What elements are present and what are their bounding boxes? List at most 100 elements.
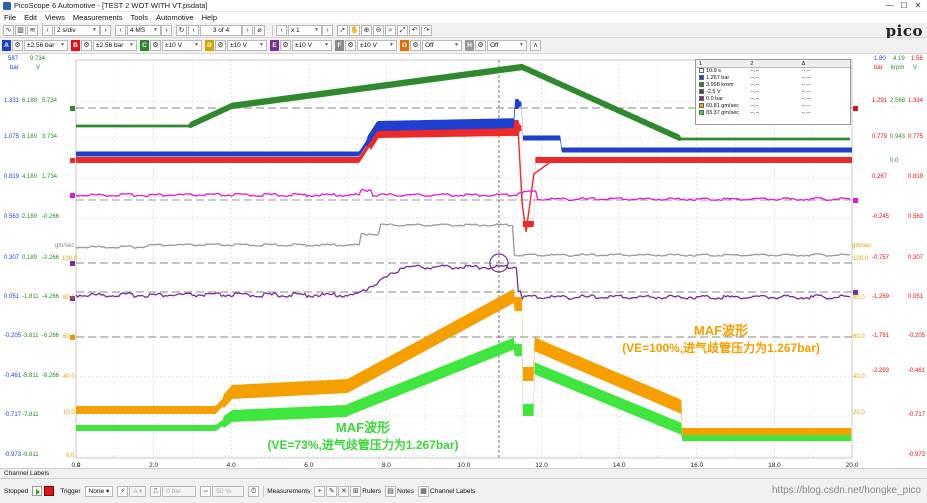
channel-h-range-select[interactable]: Off ▼ <box>487 40 527 51</box>
zoom-down-button[interactable]: ‹ <box>276 24 287 36</box>
samples-select[interactable]: 4 MS ▼ <box>127 24 161 36</box>
pretrigger-value: 50 % <box>216 487 232 495</box>
menu-views[interactable]: Views <box>41 13 69 22</box>
channel-f-coupling-icon[interactable]: ⚙ <box>345 40 356 51</box>
channel-labels-button[interactable]: Channel Labels <box>430 488 475 495</box>
menu-help[interactable]: Help <box>198 13 221 22</box>
channel-a-chip[interactable]: A <box>2 40 11 51</box>
select-tool-icon[interactable]: ➚ <box>337 24 348 36</box>
trigger-settings-icon[interactable]: ⚡ <box>117 485 129 497</box>
chevron-down-icon: ▼ <box>60 42 65 48</box>
run-repeat-icon[interactable]: ↻ <box>176 24 187 36</box>
math-channels-icon[interactable]: ∧ <box>530 40 541 51</box>
start-capture-button[interactable] <box>32 486 43 496</box>
delete-measurement-icon[interactable]: ✕ <box>338 485 350 497</box>
channel-d-chip[interactable]: D <box>205 40 214 51</box>
rulers-button[interactable]: Rulers <box>362 488 381 495</box>
ruler-table-header: 1 2 Δ <box>696 60 850 68</box>
channel-e-range-select[interactable]: ±10 V ▼ <box>292 40 332 51</box>
channel-d-coupling-icon[interactable]: ⚙ <box>215 40 226 51</box>
channel-labels-icon[interactable]: ▦ <box>418 485 430 497</box>
channel-e-coupling-icon[interactable]: ⚙ <box>280 40 291 51</box>
buffer-prev-button[interactable]: ‹ <box>188 24 199 36</box>
channel-f-controls: F ⚙ ±10 V ▼ <box>335 40 397 52</box>
chevron-down-icon: ▼ <box>519 42 524 48</box>
delay-icon[interactable]: ⏱ <box>248 485 260 497</box>
left-axis-label: 1.331 <box>4 98 20 104</box>
zoom-out-icon[interactable]: ⊖ <box>373 24 384 36</box>
zoom-redo-icon[interactable]: ↷ <box>421 24 432 36</box>
channel-d-range-select[interactable]: ±10 V ▼ <box>227 40 267 51</box>
samples-down-button[interactable]: ‹ <box>115 24 126 36</box>
zoom-rect-icon[interactable]: ⌕ <box>385 24 396 36</box>
buffer-navigator-icon[interactable]: ⌀ <box>254 24 265 36</box>
channel-g-range-select[interactable]: Off ▼ <box>422 40 462 51</box>
chevron-down-icon: ▾ <box>139 487 143 495</box>
buffer-indicator[interactable]: 3 of 4 <box>200 24 242 36</box>
channel-f-chip[interactable]: F <box>335 40 344 51</box>
trigger-channel-select[interactable]: A ▾ <box>129 485 147 497</box>
persistence-mode-icon[interactable]: ≋ <box>27 24 38 36</box>
channel-c-chip[interactable]: C <box>140 40 149 51</box>
pretrigger-icon[interactable]: ⇔ <box>200 485 212 497</box>
zoom-undo-icon[interactable]: ↶ <box>409 24 420 36</box>
channel-g-coupling-icon[interactable]: ⚙ <box>410 40 421 51</box>
gm-sec-left-label: gm/sec <box>55 243 75 249</box>
add-measurement-icon[interactable]: + <box>314 485 326 497</box>
left-axis-label: 2.189 <box>22 214 38 220</box>
stop-capture-button[interactable] <box>44 486 55 496</box>
close-button[interactable]: ✕ <box>911 0 925 11</box>
notes-button[interactable]: Notes <box>397 488 414 495</box>
right-axis-label: 1.334 <box>908 98 924 104</box>
right-axis-label: -0.461 <box>908 368 926 374</box>
channel-b-coupling-icon[interactable]: ⚙ <box>81 40 92 51</box>
minimize-button[interactable]: — <box>883 0 897 11</box>
ruler-table-row: 60.81 gm/sec --.-- --.-- <box>696 103 850 110</box>
trigger-mode-select[interactable]: None ▾ <box>84 485 114 497</box>
timebase-up-button[interactable]: › <box>100 24 111 36</box>
scope-mode-icon[interactable]: ∿ <box>3 24 14 36</box>
timebase-down-button[interactable]: ‹ <box>42 24 53 36</box>
menu-tools[interactable]: Tools <box>127 13 153 22</box>
channel-h-chip[interactable]: H <box>465 40 474 51</box>
spectrum-mode-icon[interactable]: ▥ <box>15 24 26 36</box>
pretrigger-field[interactable]: 50 % <box>212 485 245 497</box>
hand-tool-icon[interactable]: ✋ <box>349 24 360 36</box>
channel-f-range-select[interactable]: ±10 V ▼ <box>357 40 397 51</box>
channel-e-chip[interactable]: E <box>270 40 279 51</box>
channel-c-range-select[interactable]: ±10 V ▼ <box>162 40 202 51</box>
channel-swatch <box>699 96 704 101</box>
samples-up-button[interactable]: › <box>161 24 172 36</box>
channel-a-range-select[interactable]: ±2.56 bar ▼ <box>24 40 68 51</box>
channel-b-chip[interactable]: B <box>71 40 80 51</box>
zoom-fit-icon[interactable]: ⤢ <box>397 24 408 36</box>
menu-edit[interactable]: Edit <box>20 13 41 22</box>
edit-measurement-icon[interactable]: ✎ <box>326 485 338 497</box>
ruler-measurements-table[interactable]: 1 2 Δ 10.9 s --.-- --.-- 1.267 bar --.-- --.-… <box>695 59 851 125</box>
buffer-next-button[interactable]: › <box>242 24 253 36</box>
timebase-select[interactable]: 2 s/div ▼ <box>54 24 100 36</box>
channel-h-coupling-icon[interactable]: ⚙ <box>475 40 486 51</box>
channel-a-coupling-icon[interactable]: ⚙ <box>12 40 23 51</box>
channel-swatch <box>699 110 704 115</box>
menu-file[interactable]: File <box>0 13 20 22</box>
rising-edge-icon[interactable]: ⎍ <box>150 485 162 497</box>
ruler-table-row: 1.267 bar --.-- --.-- <box>696 75 850 82</box>
menu-automotive[interactable]: Automotive <box>152 13 198 22</box>
trigger-threshold-field[interactable]: 0 bar <box>162 485 197 497</box>
channel-c-coupling-icon[interactable]: ⚙ <box>150 40 161 51</box>
menu-measurements[interactable]: Measurements <box>69 13 127 22</box>
right-axis-label: -0.717 <box>908 412 926 418</box>
channel-g-chip[interactable]: G <box>400 40 409 51</box>
maximize-button[interactable]: ☐ <box>897 0 911 11</box>
zoom-select[interactable]: x 1 ▼ <box>288 24 322 36</box>
rulers-icon[interactable]: ⊞ <box>350 485 362 497</box>
channel-labels-bar[interactable]: Channel Labels <box>0 468 927 478</box>
zoom-up-button[interactable]: › <box>322 24 333 36</box>
channel-b-range-select[interactable]: ±2.56 bar ▼ <box>93 40 137 51</box>
annotation-orange-subtitle: (VE=100%,进气歧管压力为1.267bar) <box>622 341 820 355</box>
right-header-b: 4.19 <box>893 56 905 62</box>
zoom-in-icon[interactable]: ⊕ <box>361 24 372 36</box>
right-axis-label: 0.267 <box>872 174 888 180</box>
notes-icon[interactable]: ▤ <box>385 485 397 497</box>
